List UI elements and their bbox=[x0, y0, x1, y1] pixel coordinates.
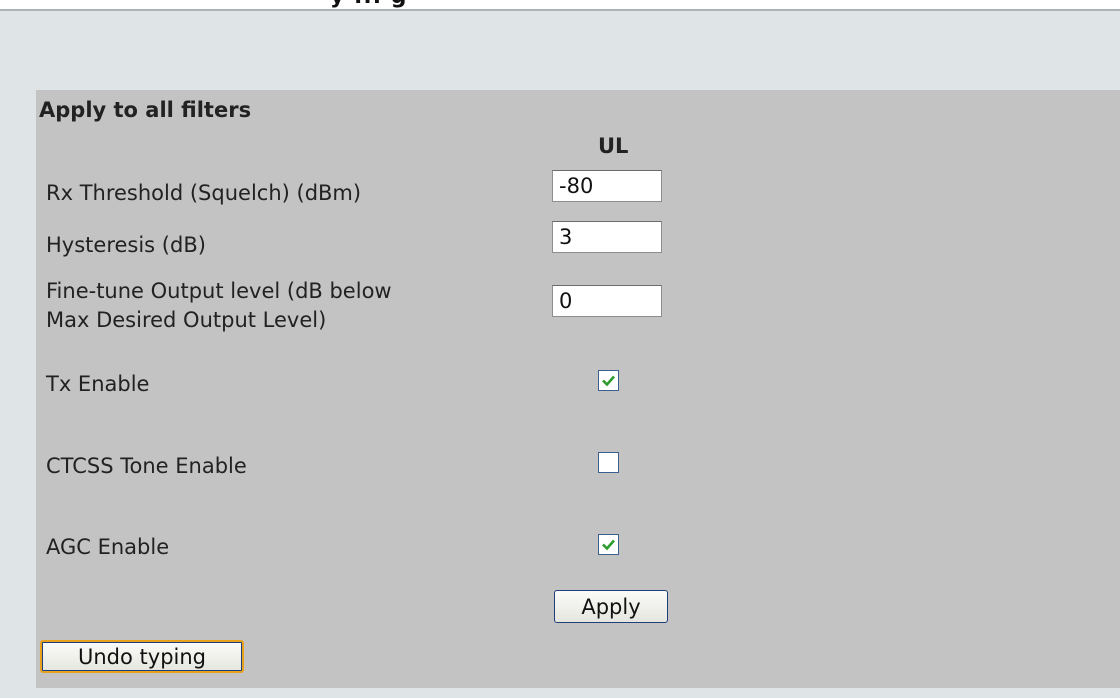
column-header-ul: UL bbox=[598, 134, 629, 158]
apply-button[interactable]: Apply bbox=[554, 590, 668, 623]
hysteresis-label: Hysteresis (dB) bbox=[46, 233, 206, 257]
filter-settings-panel: Apply to all filters UL Rx Threshold (Sq… bbox=[36, 90, 1120, 688]
panel-heading: Apply to all filters bbox=[39, 98, 252, 122]
tx-enable-checkbox[interactable] bbox=[598, 370, 619, 391]
check-icon bbox=[602, 375, 615, 387]
tx-enable-label: Tx Enable bbox=[46, 372, 150, 396]
fine-tune-label-line1: Fine-tune Output level (dB below bbox=[46, 279, 392, 303]
agc-enable-label: AGC Enable bbox=[46, 535, 170, 559]
rx-threshold-input[interactable] bbox=[552, 170, 662, 202]
page-title-bar: y ... g bbox=[0, 0, 1120, 11]
page-title-fragment: y ... g bbox=[330, 0, 407, 9]
fine-tune-label-line2: Max Desired Output Level) bbox=[46, 308, 327, 332]
rx-threshold-label: Rx Threshold (Squelch) (dBm) bbox=[46, 181, 362, 205]
undo-typing-button[interactable]: Undo typing bbox=[40, 640, 244, 673]
ctcss-enable-label: CTCSS Tone Enable bbox=[46, 454, 247, 478]
hysteresis-input[interactable] bbox=[552, 221, 662, 253]
fine-tune-label: Fine-tune Output level (dB below Max Des… bbox=[46, 277, 392, 335]
check-icon bbox=[602, 539, 615, 551]
ctcss-enable-checkbox[interactable] bbox=[598, 452, 619, 473]
agc-enable-checkbox[interactable] bbox=[598, 534, 619, 555]
fine-tune-input[interactable] bbox=[552, 285, 662, 317]
